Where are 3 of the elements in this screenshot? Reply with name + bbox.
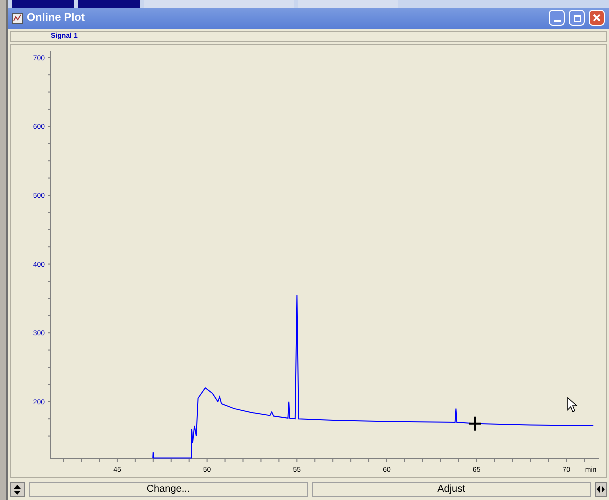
toolbar-button[interactable]: Change...	[29, 482, 308, 497]
toolbar-button[interactable]: Adjust	[312, 482, 591, 497]
window-title: Online Plot	[27, 11, 86, 26]
